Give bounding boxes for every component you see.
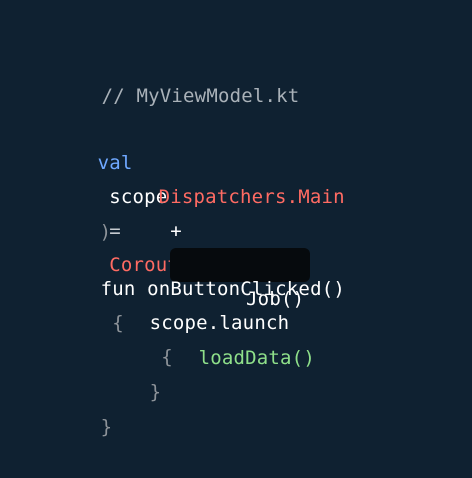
code-snippet: // MyViewModel.kt val scope = CoroutineS…: [0, 0, 472, 450]
comment-text: // MyViewModel.kt: [101, 85, 300, 107]
code-line-outer-close: }: [54, 376, 112, 438]
code-line-close-paren: ): [53, 181, 111, 243]
code-line-loaddata: loadData(): [152, 307, 315, 369]
close-brace: }: [149, 381, 162, 403]
load-data-call: loadData(): [198, 347, 315, 369]
code-line-val-scope: val scope = CoroutineScope(: [51, 112, 284, 276]
dispatchers-main: Dispatchers.Main: [158, 186, 345, 208]
code-line-fun: fun onButtonClicked() {: [54, 238, 345, 334]
code-line-launch: scope.launch {: [103, 272, 289, 368]
code-line-inner-close: }: [103, 341, 161, 403]
code-comment-line: // MyViewModel.kt: [55, 45, 300, 107]
code-line-dispatchers: Dispatchers.Main + Job(): [112, 146, 345, 310]
close-brace: }: [100, 416, 113, 438]
